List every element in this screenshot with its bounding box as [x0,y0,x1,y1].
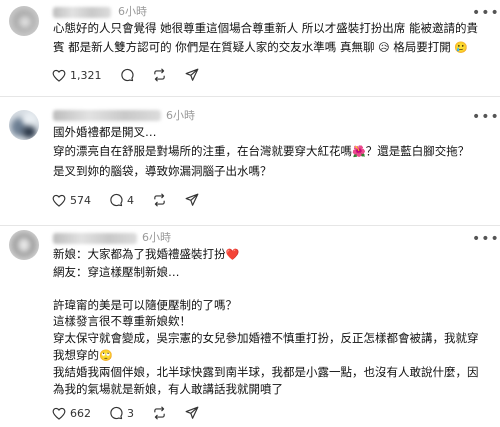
post-line: 我想穿的 [53,347,99,362]
post-line: 我結婚我兩個伴娘，北半球快露到南半球，我都是小露一點，也沒有人敢說什麼，因 [53,365,479,380]
username[interactable] [53,110,161,121]
comment-button[interactable]: 3 [109,406,134,420]
share-button[interactable] [185,406,199,420]
post-line: 格局要打開 [389,40,451,55]
post-line: 這樣發言很不尊重新娘欸！ [53,314,191,329]
post-line: 賓 都是新人雙方認可的 你們是在質疑人家的交友水準嗎 真無聊 [53,40,375,55]
heart-emoji: ❤️ [225,248,240,261]
repost-icon [154,193,165,207]
heart-icon [52,407,66,420]
smile-tear-emoji: 🥲 [454,41,469,55]
avatar[interactable] [9,110,39,140]
post-line-with-emoji: 我想穿的🙄 [53,347,479,365]
post-time: 6小時 [142,231,171,244]
post-2: 6小時 ••• 國外婚禮都是開叉… 穿的漂亮自在舒服是對場所的注重，在台灣就要穿… [0,97,500,225]
post-1: 6小時 ••• 心態好的人只會覺得 她很尊重這個場合尊重新人 所以才盛裝打扮出席… [0,0,500,96]
post-line: 網友：穿這樣壓制新娘… [53,264,180,279]
more-icon[interactable]: ••• [472,232,500,246]
post-body: 新娘：大家都為了我婚禮盛裝打扮❤️ 網友：穿這樣壓制新娘… 許瑋甯的美是可以隨便… [53,246,479,397]
post-time: 6小時 [166,109,195,122]
eye-roll-emoji: 🙄 [99,348,113,362]
username[interactable] [53,7,111,18]
like-button[interactable]: 1,321 [52,69,102,82]
post-line: 為我的氣場就是新娘，有人敢講話我就開噴了 [53,381,283,396]
post-3: 6小時 ••• 新娘：大家都為了我婚禮盛裝打扮❤️ 網友：穿這樣壓制新娘… 許瑋… [0,226,500,427]
post-line-with-emoji: 賓 都是新人雙方認可的 你們是在質疑人家的交友水準嗎 真無聊 😥 格局要打開 🥲 [53,38,478,57]
comment-count: 4 [127,193,134,207]
like-count: 1,321 [70,68,102,82]
post-line: 國外婚禮都是開叉… [53,125,157,139]
like-count: 574 [70,193,91,207]
more-icon[interactable]: ••• [472,6,500,20]
comment-count: 3 [127,406,134,420]
comment-icon [110,193,123,207]
comment-icon [110,406,123,420]
repost-icon [153,68,165,82]
post-line: ？還是藍白腳交拖？ [365,144,470,159]
comment-button[interactable] [120,68,134,82]
heart-icon [52,194,66,207]
post-line: 許瑋甯的美是可以隨便壓制的了嗎？ [53,297,237,312]
post-line: 穿太保守就會變成，吳宗憲的女兒參加婚禮不慎重打扮，反正怎樣都會被講，我就穿 [53,330,479,345]
comment-icon [120,68,134,82]
post-line: 心態好的人只會覺得 她很尊重這個場合尊重新人 所以才盛裝打扮出席 能被邀請的貴 [53,21,478,35]
post-actions: 662 3 [52,406,217,420]
post-line: 是叉到妳的腦袋，導致妳漏洞腦子出水嗎？ [53,163,272,178]
post-body: 心態好的人只會覺得 她很尊重這個場合尊重新人 所以才盛裝打扮出席 能被邀請的貴 … [53,19,478,58]
post-line-with-emoji: 新娘：大家都為了我婚禮盛裝打扮❤️ [53,246,479,264]
like-count: 662 [70,406,91,420]
share-icon [185,406,199,419]
more-icon[interactable]: ••• [472,110,500,124]
post-line [53,280,479,297]
repost-button[interactable] [152,68,167,82]
repost-button[interactable] [152,406,167,420]
avatar[interactable] [9,230,39,260]
comment-button[interactable]: 4 [109,193,134,207]
post-time: 6小時 [118,5,147,18]
username[interactable] [53,233,137,244]
like-button[interactable]: 662 [52,407,91,420]
share-button[interactable] [185,193,199,207]
like-button[interactable]: 574 [52,194,91,207]
post-line: 新娘：大家都為了我婚禮盛裝打扮 [53,247,226,261]
post-actions: 574 4 [52,193,217,207]
share-icon [185,193,199,206]
share-button[interactable] [185,68,199,82]
share-icon [185,68,198,81]
post-line: 穿的漂亮自在舒服是對場所的注重，在台灣就要穿大紅花嗎 [53,144,352,159]
flower-emoji: 🌺 [352,145,366,159]
post-line-with-emoji: 穿的漂亮自在舒服是對場所的注重，在台灣就要穿大紅花嗎🌺？還是藍白腳交拖？ [53,142,469,161]
heart-icon [52,69,66,82]
post-body: 國外婚禮都是開叉… 穿的漂亮自在舒服是對場所的注重，在台灣就要穿大紅花嗎🌺？還是… [53,123,469,181]
sad-face-emoji: 😥 [378,41,390,55]
repost-icon [154,406,165,420]
avatar[interactable] [9,6,39,36]
post-actions: 1,321 [52,68,217,82]
repost-button[interactable] [152,193,167,207]
